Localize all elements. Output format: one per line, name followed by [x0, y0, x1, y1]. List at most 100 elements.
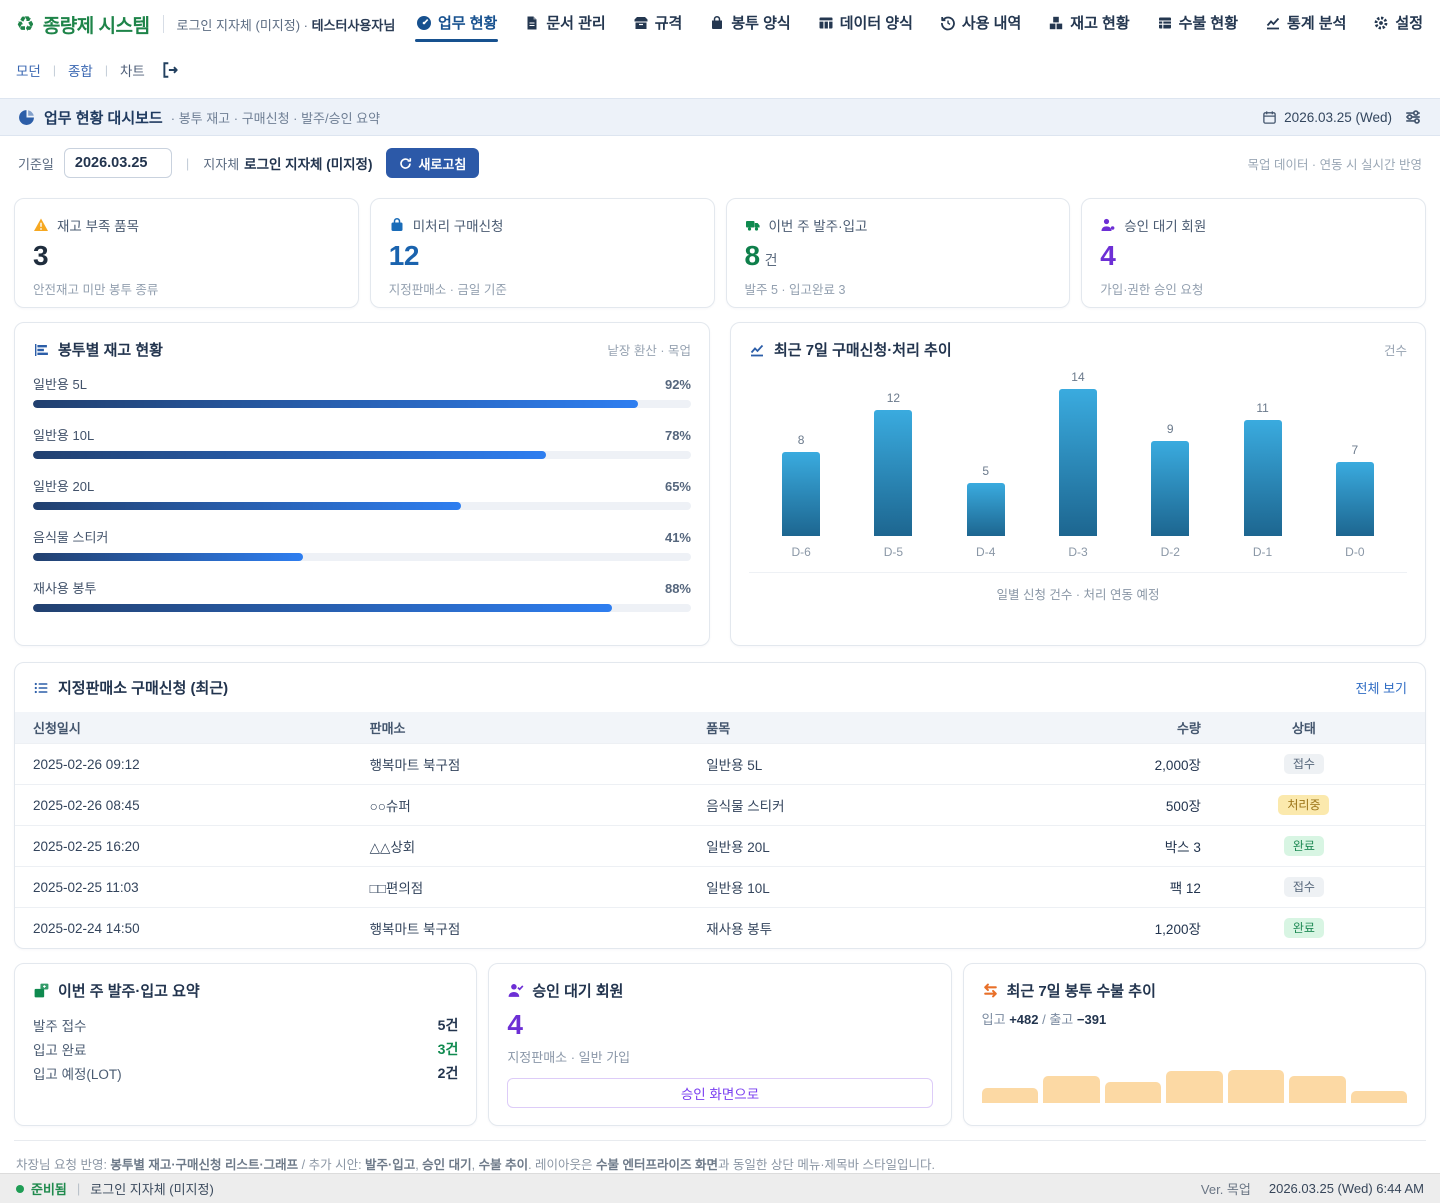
col-qty: 수량: [1050, 718, 1201, 737]
table-row[interactable]: 2025-02-25 16:20△△상회일반용 20L박스 3완료: [15, 825, 1425, 866]
view-all-link[interactable]: 전체 보기: [1356, 678, 1407, 697]
trend-bar: [1059, 389, 1097, 536]
flow-sparkline-bar: [1043, 1076, 1099, 1103]
pie-chart-icon: [18, 109, 35, 126]
ledger-icon: [1157, 15, 1173, 31]
subnav-link[interactable]: 모던: [16, 60, 41, 80]
trend-bar-column: 12D-5: [847, 368, 939, 559]
base-date-label: 기준일: [18, 154, 54, 173]
summary-row: 입고 완료3건: [33, 1037, 458, 1061]
nav-item-6[interactable]: 사용 내역: [939, 6, 1022, 42]
col-datetime: 신청일시: [33, 718, 370, 737]
titlebar-date-text: 2026.03.25 (Wed): [1284, 110, 1392, 125]
nav-item-label: 사용 내역: [962, 12, 1021, 33]
flow-sparkline-bar: [982, 1088, 1038, 1103]
stock-bar-labels: 음식물 스티커41%: [33, 527, 691, 546]
trend-bar-area: 12: [874, 368, 912, 536]
status-badge: 접수: [1284, 754, 1324, 774]
stock-bar-labels: 재사용 봉투88%: [33, 578, 691, 597]
flow-in-value: +482: [1009, 1012, 1038, 1027]
footnote-segment: 승인 대기: [422, 1158, 471, 1172]
kpi-value: 8건: [745, 241, 1052, 272]
version-label: Ver. 목업: [1201, 1179, 1251, 1198]
login-context: 로그인 지자체 (미지정) · 테스터사용자님: [177, 15, 396, 34]
cell-store: 행복마트 북구점: [370, 754, 707, 774]
stock-bar-label: 음식물 스티커: [33, 527, 108, 546]
filter-divider: |: [186, 156, 189, 171]
base-date-input[interactable]: [64, 148, 172, 178]
login-org-text: 로그인 지자체 (미지정) ·: [177, 18, 308, 33]
refresh-button[interactable]: 새로고침: [386, 148, 479, 178]
history-icon: [940, 15, 956, 31]
status-bar: 준비됨 | 로그인 지자체 (미지정) Ver. 목업 2026.03.25 (…: [0, 1173, 1440, 1203]
stock-bar-percent: 92%: [665, 377, 691, 392]
subnav-link[interactable]: 종합: [68, 60, 93, 80]
kpi-card-3: 이번 주 발주·입고8건발주 5 · 입고완료 3: [726, 198, 1071, 308]
page-subtitle: · 봉투 재고 · 구매신청 · 발주/승인 요약: [171, 108, 380, 127]
flow-out-value: −391: [1077, 1012, 1106, 1027]
nav-item-9[interactable]: 통계 분석: [1264, 6, 1347, 42]
footnote-segment: . 레이아웃은: [528, 1158, 596, 1172]
table-row[interactable]: 2025-02-26 08:45○○슈퍼음식물 스티커500장처리중: [15, 784, 1425, 825]
nav-item-7[interactable]: 재고 현황: [1047, 6, 1130, 42]
nav-item-10[interactable]: 설정: [1372, 6, 1424, 42]
subnav-separator: |: [105, 63, 108, 77]
filter-sliders-icon[interactable]: [1404, 108, 1422, 126]
nav-item-3[interactable]: 규격: [632, 6, 684, 42]
table-body: 2025-02-26 09:12행복마트 북구점일반용 5L2,000장접수20…: [15, 743, 1425, 948]
stock-bar-row: 일반용 5L92%: [33, 374, 691, 408]
cell-item: 일반용 20L: [706, 836, 1050, 856]
spec-box-icon: [633, 15, 649, 31]
trend-bar-category: D-1: [1253, 545, 1272, 559]
flow-title: 최근 7일 봉투 수불 추이: [1007, 980, 1156, 1001]
requests-table-panel: 지정판매소 구매신청 (최근) 전체 보기 신청일시 판매소 품목 수량 상태 …: [14, 662, 1426, 949]
nav-item-8[interactable]: 수불 현황: [1156, 6, 1239, 42]
nav-item-1[interactable]: 업무 현황: [415, 6, 498, 42]
flow-sparkline-bar: [1166, 1071, 1222, 1103]
kpi-subtext: 지정판매소 · 금일 기준: [389, 279, 696, 298]
table-row[interactable]: 2025-02-26 09:12행복마트 북구점일반용 5L2,000장접수: [15, 743, 1425, 784]
gear-icon: [1373, 15, 1389, 31]
org-value: 로그인 지자체 (미지정): [244, 157, 372, 172]
summary-value: 5건: [438, 1015, 459, 1035]
kpi-label: 승인 대기 회원: [1124, 215, 1206, 235]
stock-bar-track: [33, 451, 691, 459]
line-chart-icon: [749, 342, 765, 358]
nav-item-2[interactable]: 문서 관리: [523, 6, 606, 42]
exit-icon[interactable]: [161, 61, 179, 79]
status-badge: 완료: [1284, 918, 1324, 938]
stock-bar-fill: [33, 451, 546, 459]
trend-bar-value: 9: [1167, 422, 1174, 436]
app-header: ♻ 종량제 시스템 로그인 지자체 (미지정) · 테스터사용자님 업무 현황문…: [0, 0, 1440, 48]
summary-label: 입고 예정(LOT): [33, 1063, 122, 1083]
approval-sub: 지정판매소 · 일반 가입: [507, 1047, 932, 1066]
mock-data-note: 목업 데이터 · 연동 시 실시간 반영: [1247, 154, 1422, 173]
approval-count: 4: [507, 1009, 932, 1041]
trend-bar-column: 14D-3: [1032, 368, 1124, 559]
document-icon: [524, 15, 540, 31]
footnote-segment: 봉투별 재고·구매신청 리스트·그래프: [110, 1158, 298, 1172]
trend-bar-column: 9D-2: [1124, 368, 1216, 559]
status-org: 로그인 지자체 (미지정): [90, 1179, 214, 1198]
kpi-card-header: 이번 주 발주·입고: [745, 215, 1052, 235]
trend-bar-column: 5D-4: [940, 368, 1032, 559]
trend-bar: [967, 483, 1005, 536]
nav-item-5[interactable]: 데이터 양식: [817, 6, 914, 42]
table-row[interactable]: 2025-02-24 14:50행복마트 북구점재사용 봉투1,200장완료: [15, 907, 1425, 948]
nav-item-4[interactable]: 봉투 양식: [708, 6, 791, 42]
go-approval-button[interactable]: 승인 화면으로: [507, 1078, 932, 1108]
trend-bar-category: D-6: [791, 545, 810, 559]
trend-bar-category: D-0: [1345, 545, 1364, 559]
org-label: 지자체: [203, 157, 239, 172]
recycle-logo-icon: ♻: [16, 14, 35, 35]
stock-bar-percent: 65%: [665, 479, 691, 494]
calendar-icon: [1262, 110, 1277, 125]
person-icon: [1100, 217, 1116, 233]
titlebar-date[interactable]: 2026.03.25 (Wed): [1262, 110, 1392, 125]
table-row[interactable]: 2025-02-25 11:03□□편의점일반용 10L팩 12접수: [15, 866, 1425, 907]
flow-sparkline: [982, 1067, 1407, 1103]
summary-row: 발주 접수5건: [33, 1013, 458, 1037]
order-summary-rows: 발주 접수5건입고 완료3건입고 예정(LOT)2건: [33, 1013, 458, 1085]
subnav-current[interactable]: 차트: [120, 60, 145, 80]
kpi-card-1: 재고 부족 품목3안전재고 미만 봉투 종류: [14, 198, 359, 308]
